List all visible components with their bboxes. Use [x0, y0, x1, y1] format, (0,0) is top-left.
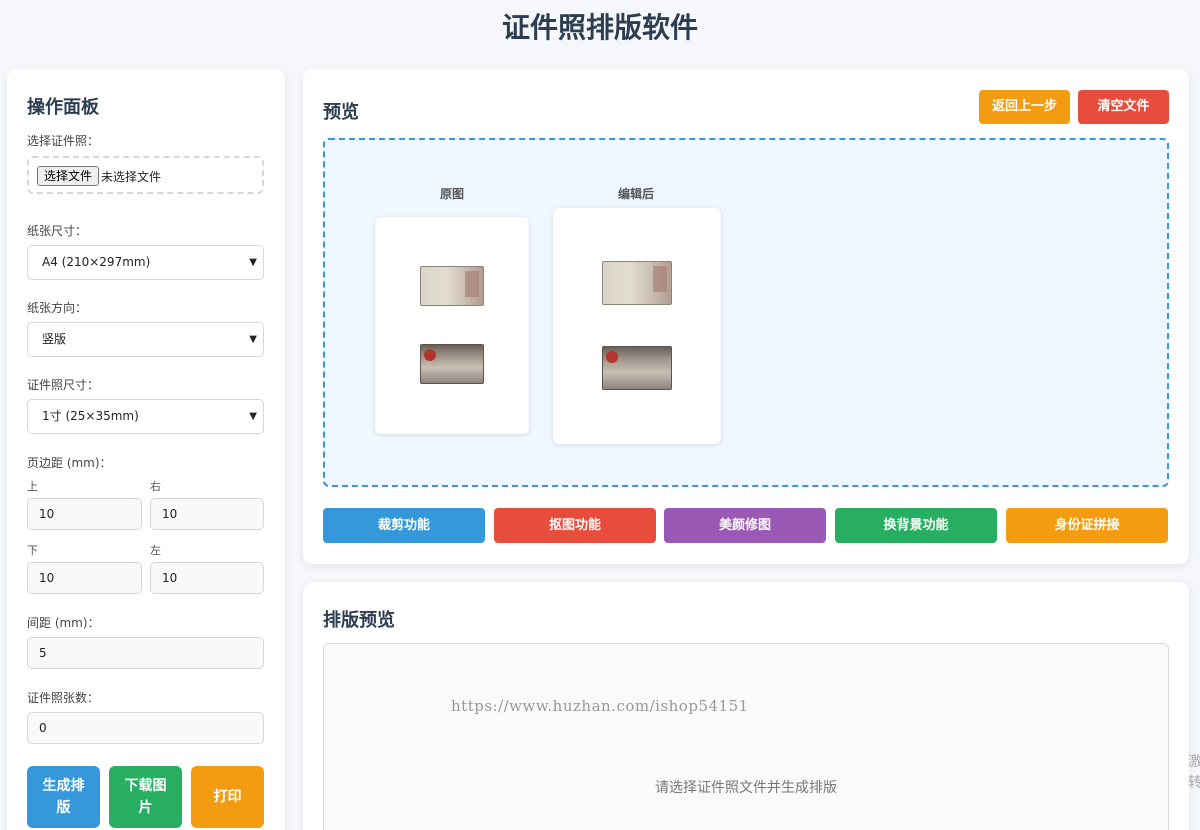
photo-size-label: 证件照尺寸：: [27, 378, 100, 392]
cutout-button[interactable]: 抠图功能: [494, 508, 656, 543]
id-card-merge-button[interactable]: 身份证拼接: [1006, 508, 1168, 543]
margin-top-input[interactable]: 10: [27, 498, 142, 530]
count-label: 证件照张数：: [27, 691, 100, 705]
chevron-down-icon: ▼: [249, 257, 257, 268]
crop-button[interactable]: 裁剪功能: [323, 508, 485, 543]
id-card-front-image: [602, 261, 672, 305]
generate-layout-button[interactable]: 生成排版: [27, 766, 100, 828]
app-title: 证件照排版软件: [501, 11, 698, 44]
download-image-button[interactable]: 下载图片: [109, 766, 182, 828]
watermark-text: https://www.huzhan.com/ishop54151: [451, 697, 749, 715]
original-image-card[interactable]: [375, 217, 529, 434]
paper-size-label: 纸张尺寸：: [27, 224, 88, 238]
original-caption: 原图: [440, 187, 465, 201]
count-input[interactable]: 0: [27, 712, 264, 744]
choose-file-button[interactable]: 选择文件: [37, 166, 100, 186]
beautify-button[interactable]: 美颜修图: [664, 508, 826, 543]
margin-top-label: 上: [27, 480, 38, 493]
back-button[interactable]: 返回上一步: [979, 90, 1070, 124]
edited-image-card[interactable]: [553, 208, 721, 444]
control-panel: 操作面板 选择证件照： 选择文件 未选择文件 纸张尺寸： A4 (210×297…: [7, 69, 285, 830]
margin-left-input[interactable]: 10: [150, 562, 264, 594]
id-card-front-image: [420, 266, 484, 306]
edge-text-2: 转: [1188, 775, 1200, 791]
preview-panel: 预览 返回上一步 清空文件 原图 编辑后 裁剪功能 抠图功能 美颜修图 换背景功…: [303, 69, 1189, 564]
margin-left-label: 左: [150, 544, 161, 557]
orientation-value: 竖版: [42, 332, 67, 346]
layout-preview-area: 请选择证件照文件并生成排版: [323, 643, 1169, 830]
orientation-label: 纸张方向：: [27, 301, 88, 315]
margin-bottom-input[interactable]: 10: [27, 562, 142, 594]
preview-title: 预览: [323, 102, 359, 123]
margins-label: 页边距 (mm)：: [27, 456, 112, 470]
orientation-select[interactable]: 竖版 ▼: [27, 322, 264, 357]
spacing-label: 间距 (mm)：: [27, 616, 100, 630]
paper-size-value: A4 (210×297mm): [42, 255, 151, 269]
margin-bottom-label: 下: [27, 544, 38, 557]
change-background-button[interactable]: 换背景功能: [835, 508, 997, 543]
photo-size-value: 1寸 (25×35mm): [42, 409, 139, 423]
preview-area[interactable]: 原图 编辑后: [323, 138, 1169, 487]
layout-empty-message: 请选择证件照文件并生成排版: [655, 780, 837, 796]
file-drop-box[interactable]: 选择文件 未选择文件: [27, 156, 264, 194]
print-button[interactable]: 打印: [191, 766, 264, 828]
edge-text-1: 激: [1188, 754, 1200, 770]
margin-right-label: 右: [150, 480, 161, 493]
id-card-back-image: [602, 346, 672, 390]
clear-files-button[interactable]: 清空文件: [1078, 90, 1169, 124]
edited-caption: 编辑后: [618, 187, 655, 201]
chevron-down-icon: ▼: [249, 411, 257, 422]
paper-size-select[interactable]: A4 (210×297mm) ▼: [27, 245, 264, 280]
layout-preview-title: 排版预览: [323, 610, 395, 631]
photo-size-select[interactable]: 1寸 (25×35mm) ▼: [27, 399, 264, 434]
spacing-input[interactable]: 5: [27, 637, 264, 669]
file-status: 未选择文件: [101, 170, 162, 184]
margin-right-input[interactable]: 10: [150, 498, 264, 530]
control-panel-title: 操作面板: [27, 97, 99, 118]
chevron-down-icon: ▼: [249, 334, 257, 345]
file-label: 选择证件照：: [27, 134, 100, 148]
id-card-back-image: [420, 344, 484, 384]
